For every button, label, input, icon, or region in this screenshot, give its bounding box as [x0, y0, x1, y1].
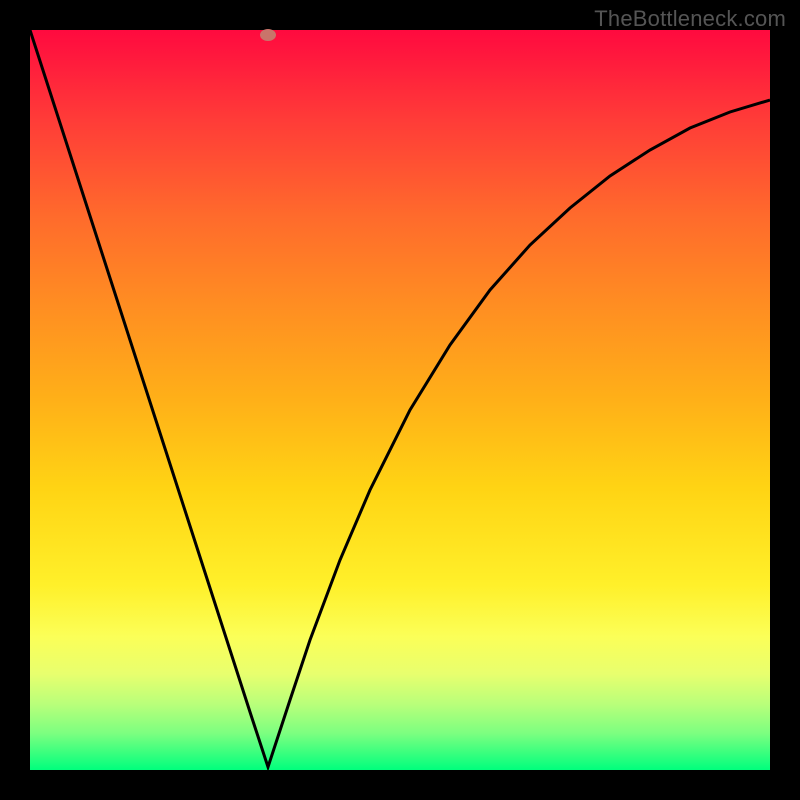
- minimum-marker: [260, 29, 276, 41]
- curve-svg: [30, 30, 770, 770]
- watermark-text: TheBottleneck.com: [594, 6, 786, 32]
- bottleneck-curve: [30, 30, 770, 767]
- chart-frame: TheBottleneck.com: [0, 0, 800, 800]
- plot-area: [30, 30, 770, 770]
